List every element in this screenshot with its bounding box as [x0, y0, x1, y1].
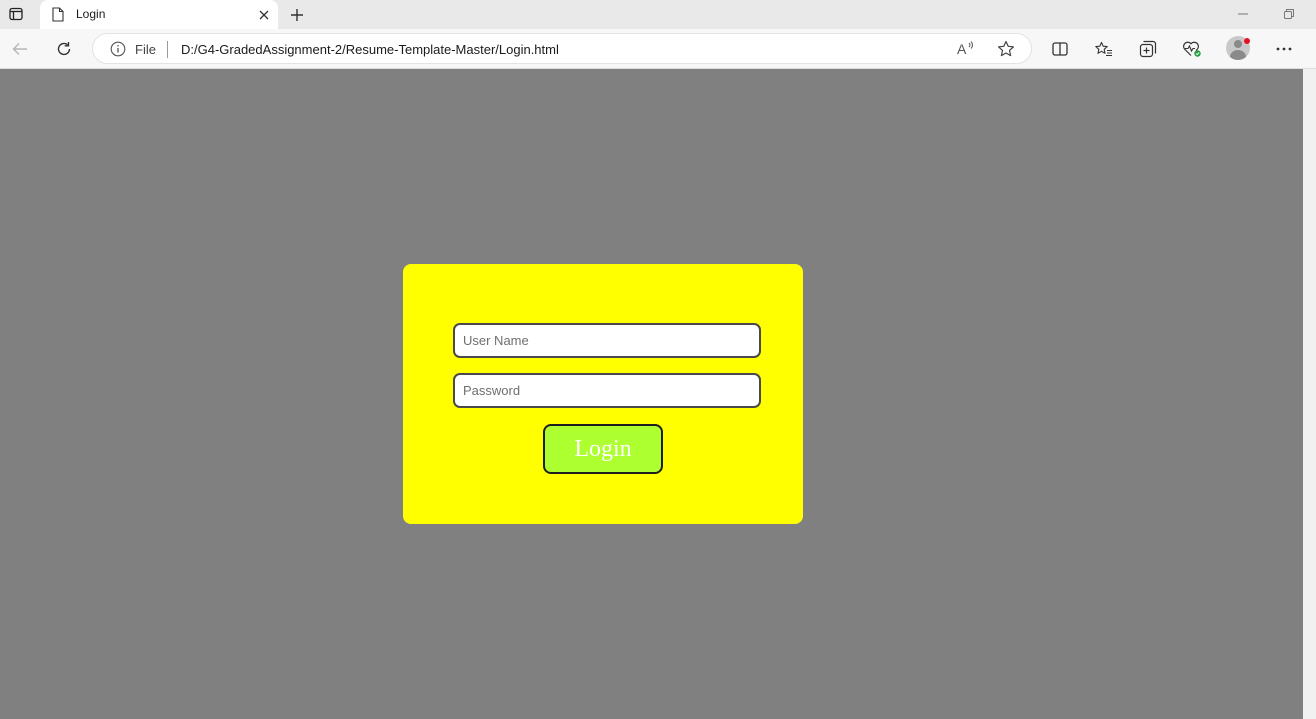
svg-text:A: A [957, 41, 967, 56]
notification-dot [1244, 38, 1250, 44]
avatar-head [1234, 40, 1242, 48]
password-input[interactable] [453, 373, 761, 408]
tab-actions-icon[interactable] [4, 3, 28, 25]
read-aloud-icon[interactable]: A [957, 40, 975, 61]
more-icon[interactable] [1272, 37, 1296, 61]
address-bar[interactable]: File D:/G4-GradedAssignment-2/Resume-Tem… [92, 33, 1032, 64]
restore-icon[interactable] [1280, 6, 1298, 22]
login-button[interactable]: Login [543, 424, 663, 474]
browser-tab[interactable]: Login [40, 0, 278, 29]
tab-title: Login [76, 7, 106, 21]
favorites-icon[interactable] [1092, 37, 1116, 61]
scheme-label: File [135, 42, 156, 57]
info-icon[interactable] [110, 41, 126, 62]
close-icon[interactable] [256, 7, 272, 23]
heart-pulse-icon[interactable] [1180, 37, 1204, 61]
back-arrow-icon[interactable] [8, 37, 32, 61]
url-text[interactable]: D:/G4-GradedAssignment-2/Resume-Template… [181, 42, 559, 57]
tab-strip: Login [0, 0, 1316, 29]
username-input[interactable] [453, 323, 761, 358]
address-divider [167, 41, 168, 58]
collections-icon[interactable] [1136, 37, 1160, 61]
plus-icon[interactable] [286, 4, 308, 26]
page-viewport: Login [0, 69, 1303, 719]
avatar-body [1230, 50, 1246, 60]
page-icon [52, 7, 64, 27]
login-card: Login [403, 264, 803, 524]
star-icon[interactable] [997, 40, 1015, 63]
refresh-icon[interactable] [52, 37, 76, 61]
minimize-icon[interactable] [1234, 6, 1252, 22]
split-screen-icon[interactable] [1048, 37, 1072, 61]
browser-toolbar: File D:/G4-GradedAssignment-2/Resume-Tem… [0, 29, 1316, 69]
scrollbar[interactable] [1303, 69, 1316, 719]
